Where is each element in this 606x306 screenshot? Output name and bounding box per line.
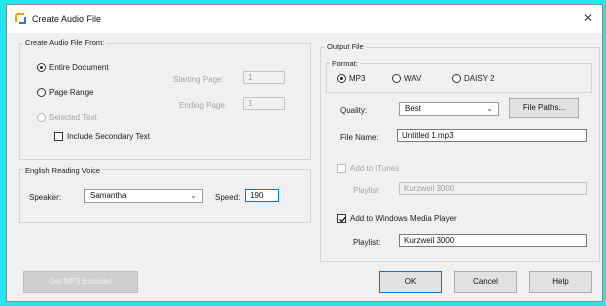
format-daisy-label[interactable]: DAISY 2 [464,74,495,83]
ending-page-field: 1 [243,97,285,110]
close-icon[interactable]: ✕ [580,10,596,26]
quality-dropdown[interactable]: Best ⌄ [399,102,499,116]
speed-label: Speed: [215,193,241,202]
add-wmp-checkbox[interactable] [337,214,346,223]
help-button[interactable]: Help [529,271,592,293]
entire-document-radio[interactable] [37,63,46,72]
quality-value: Best [405,104,422,113]
get-mp3-encoder-button: Get MP3 Encoder [23,271,138,293]
output-group-label: Output File [325,42,366,51]
entire-document-label[interactable]: Entire Document [49,63,109,72]
include-secondary-label[interactable]: Include Secondary Text [67,132,150,141]
quality-label: Quality: [340,106,368,115]
speaker-label: Speaker: [29,193,62,202]
itunes-playlist-field: Kurzweil 3000 [399,182,587,195]
itunes-playlist-label: Playlist [353,186,379,195]
voice-group-label: English Reading Voice [23,166,103,175]
format-wav-label[interactable]: WAV [404,74,421,83]
wmp-playlist-label: Playlist: [353,238,381,247]
selected-text-label: Selected Text [49,113,97,122]
starting-page-field: 1 [243,71,285,84]
chevron-down-icon: ⌄ [190,191,197,200]
create-audio-file-dialog: Create Audio File ✕ Create Audio File Fr… [6,4,603,302]
selected-text-radio [37,113,46,122]
file-name-field[interactable]: Untitled 1.mp3 [397,129,587,142]
page-range-radio[interactable] [37,88,46,97]
add-itunes-checkbox [337,164,346,173]
wmp-playlist-field[interactable]: Kurzweil 3000 [399,234,587,247]
format-label: Format: [330,59,360,68]
speed-field[interactable]: 190 [245,189,279,202]
file-name-label: File Name: [340,133,379,142]
format-wav-radio[interactable] [392,74,401,83]
format-daisy-radio[interactable] [452,74,461,83]
format-mp3-radio[interactable] [337,74,346,83]
cancel-button[interactable]: Cancel [454,271,517,293]
add-itunes-label: Add to iTunes [350,164,400,173]
title-bar: Create Audio File ✕ [7,5,602,33]
speaker-value: Samantha [90,191,127,200]
ending-page-label: Ending Page: [179,101,228,110]
checkmark-icon [339,216,346,223]
file-paths-button[interactable]: File Paths... [509,98,579,118]
include-secondary-checkbox[interactable] [54,132,63,141]
page-range-label[interactable]: Page Range [49,88,93,97]
format-mp3-label[interactable]: MP3 [349,74,365,83]
chevron-down-icon: ⌄ [486,104,493,113]
window-title: Create Audio File [32,14,102,24]
speaker-dropdown[interactable]: Samantha ⌄ [84,189,203,203]
source-group-label: Create Audio File From: [23,38,107,47]
starting-page-label: Starting Page: [173,75,224,84]
app-icon [15,13,26,24]
ok-button[interactable]: OK [379,271,442,293]
add-wmp-label[interactable]: Add to Windows Media Player [350,214,457,223]
